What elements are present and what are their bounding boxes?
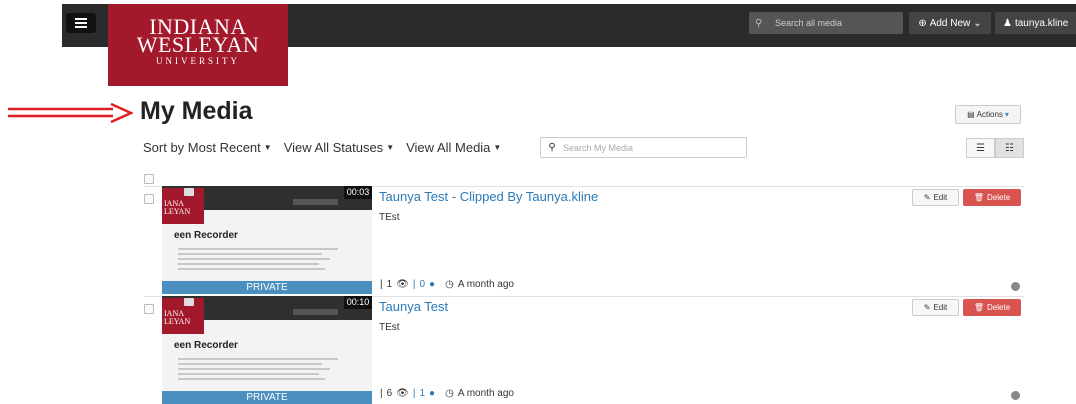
search-icon: ⚲ bbox=[548, 142, 556, 153]
page-title: My Media bbox=[140, 97, 253, 125]
red-arrow-annotation bbox=[8, 103, 133, 123]
list-icon: ▤ bbox=[967, 110, 975, 119]
filter-bar: Sort by Most Recent ▼ View All Statuses … bbox=[143, 138, 513, 156]
entry-description: TEst bbox=[379, 322, 400, 333]
entry-stats: | 6 👁 | 1 ● ◷ A month ago bbox=[380, 388, 514, 399]
plays-count: 6 bbox=[386, 388, 393, 399]
comment-icon: ● bbox=[429, 388, 436, 399]
actions-label: Actions bbox=[976, 110, 1003, 119]
delete-button[interactable]: 🗑 Delete bbox=[963, 299, 1021, 316]
detailed-view-icon: ☷ bbox=[1005, 142, 1014, 154]
hamburger-menu-button[interactable] bbox=[66, 13, 96, 33]
entry-time: A month ago bbox=[457, 279, 514, 290]
statuses-dropdown[interactable]: View All Statuses ▼ bbox=[284, 140, 394, 155]
thumb-title: een Recorder bbox=[174, 340, 238, 351]
add-new-button[interactable]: ⊕ Add New ⌄ bbox=[909, 12, 991, 34]
user-icon: ♟ bbox=[1003, 17, 1012, 29]
clock-icon: ◷ bbox=[445, 279, 454, 290]
logo-line-3: UNIVERSITY bbox=[156, 56, 240, 66]
chevron-down-icon: ⌄ bbox=[973, 17, 982, 29]
delete-button[interactable]: 🗑 Delete bbox=[963, 189, 1021, 206]
entry-stats: | 1 👁 | 0 ● ◷ A month ago bbox=[380, 279, 514, 290]
pencil-icon: ✎ bbox=[923, 193, 931, 202]
thumb-logo: IANA LEYAN bbox=[162, 188, 204, 224]
camera-icon bbox=[184, 188, 194, 196]
privacy-badge: PRIVATE bbox=[162, 391, 372, 404]
plus-circle-icon: ⊕ bbox=[918, 17, 927, 29]
sort-label: Sort by Most Recent bbox=[143, 139, 261, 155]
entry-time: A month ago bbox=[457, 388, 514, 399]
camera-icon bbox=[184, 298, 194, 306]
edit-button[interactable]: ✎ Edit bbox=[912, 299, 959, 316]
comments-count[interactable]: 1 bbox=[419, 388, 425, 399]
view-toggle: ☰ ☷ bbox=[966, 138, 1024, 158]
search-my-media-placeholder: Search My Media bbox=[563, 142, 634, 153]
statuses-label: View All Statuses bbox=[283, 139, 384, 155]
search-all-media-input[interactable]: ⚲ Search all media bbox=[749, 12, 903, 34]
edit-button[interactable]: ✎ Edit bbox=[912, 189, 959, 206]
entry-title-link[interactable]: Taunya Test bbox=[379, 299, 448, 314]
logo-line-2: WESLEYAN bbox=[136, 32, 260, 57]
entry-checkbox[interactable] bbox=[144, 304, 154, 314]
caret-down-icon: ▼ bbox=[263, 142, 272, 152]
duration-badge: 00:03 bbox=[344, 186, 372, 199]
media-type-dropdown[interactable]: View All Media ▼ bbox=[406, 140, 501, 155]
search-my-media-input[interactable]: ⚲ Search My Media bbox=[540, 137, 747, 158]
thumb-logo: IANA LEYAN bbox=[162, 298, 204, 334]
search-icon: ⚲ bbox=[755, 17, 763, 29]
menu-icon bbox=[75, 18, 87, 20]
list-view-icon: ☰ bbox=[976, 142, 985, 154]
select-all-checkbox[interactable] bbox=[144, 174, 154, 184]
clock-icon: ◷ bbox=[445, 388, 454, 399]
search-all-placeholder: Search all media bbox=[775, 18, 843, 28]
entry-description: TEst bbox=[379, 212, 400, 223]
pencil-icon: ✎ bbox=[923, 303, 931, 312]
entry-checkbox[interactable] bbox=[144, 194, 154, 204]
thumb-title: een Recorder bbox=[174, 230, 238, 241]
comments-count[interactable]: 0 bbox=[419, 279, 425, 290]
duration-badge: 00:10 bbox=[344, 296, 372, 309]
trash-icon: 🗑 bbox=[973, 303, 985, 312]
media-type-label: View All Media bbox=[406, 139, 491, 155]
privacy-badge: PRIVATE bbox=[162, 281, 372, 294]
detailed-view-button[interactable]: ☷ bbox=[995, 138, 1024, 158]
entry-thumbnail[interactable]: IANA LEYAN 00:10 een Recorder PRIVATE bbox=[162, 296, 372, 404]
add-new-label: Add New bbox=[929, 17, 971, 29]
gear-icon[interactable] bbox=[1011, 391, 1020, 400]
comment-icon: ● bbox=[429, 279, 436, 290]
eye-icon: 👁 bbox=[396, 388, 409, 399]
actions-button[interactable]: ▤ Actions ▾ bbox=[955, 105, 1021, 124]
gear-icon[interactable] bbox=[1011, 282, 1020, 291]
entry-title-link[interactable]: Taunya Test - Clipped By Taunya.kline bbox=[379, 189, 598, 204]
caret-down-icon: ▼ bbox=[386, 142, 395, 152]
sort-dropdown[interactable]: Sort by Most Recent ▼ bbox=[143, 140, 272, 155]
list-view-button[interactable]: ☰ bbox=[966, 138, 995, 158]
eye-icon: 👁 bbox=[396, 279, 409, 290]
plays-count: 1 bbox=[386, 279, 393, 290]
trash-icon: 🗑 bbox=[973, 193, 985, 202]
caret-down-icon: ▾ bbox=[1004, 110, 1009, 119]
university-logo[interactable]: INDIANA WESLEYAN UNIVERSITY bbox=[108, 4, 288, 86]
caret-down-icon: ▼ bbox=[493, 142, 502, 152]
entry-thumbnail[interactable]: IANA LEYAN 00:03 een Recorder PRIVATE bbox=[162, 186, 372, 294]
user-menu-button[interactable]: ♟ taunya.kline bbox=[995, 12, 1076, 34]
user-name: taunya.kline bbox=[1014, 17, 1069, 29]
